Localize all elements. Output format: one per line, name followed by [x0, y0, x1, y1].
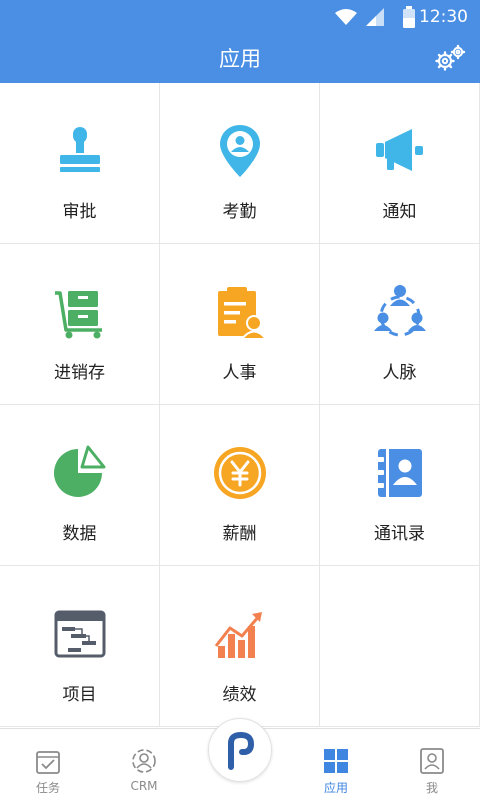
- grid-icon: [324, 749, 348, 773]
- signal-icon: [366, 8, 384, 26]
- app-label: 考勤: [222, 202, 257, 222]
- gear-icon[interactable]: [434, 43, 466, 73]
- status-time: 12:30: [419, 7, 468, 27]
- profile-icon: [420, 748, 444, 774]
- megaphone-icon: [375, 129, 423, 171]
- app-notice[interactable]: 通知: [320, 83, 480, 244]
- stamp-icon: [59, 127, 100, 172]
- app-attendance[interactable]: 考勤: [160, 83, 320, 244]
- app-label: 绩效: [222, 685, 257, 705]
- status-bar: 12:30: [0, 0, 480, 34]
- pie-chart-icon: [53, 445, 105, 497]
- tab-tasks[interactable]: 任务: [0, 729, 96, 800]
- tab-apps[interactable]: 应用: [288, 729, 384, 800]
- app-label: 通讯录: [374, 524, 425, 544]
- page-title: 应用: [219, 47, 261, 71]
- app-label: 通知: [382, 202, 417, 222]
- app-hr[interactable]: 人事: [160, 244, 320, 405]
- tab-label: CRM: [130, 779, 158, 793]
- header: 应用: [0, 34, 480, 83]
- tab-me[interactable]: 我: [384, 729, 480, 800]
- app-label: 数据: [62, 524, 97, 544]
- wifi-icon: [335, 9, 357, 25]
- app-label: 薪酬: [222, 524, 257, 544]
- app-grid: 审批 考勤 通知 进销存 人事 人脉 数据 薪酬 通讯录 项目 绩效: [0, 83, 480, 728]
- app-approval[interactable]: 审批: [0, 83, 160, 244]
- battery-icon: [403, 6, 415, 28]
- cart-icon: [54, 291, 102, 339]
- app-performance[interactable]: 绩效: [160, 566, 320, 727]
- network-people-icon: [373, 285, 426, 337]
- crm-icon: [132, 749, 156, 773]
- tab-label: 任务: [35, 781, 60, 795]
- app-label: 人脉: [382, 363, 417, 383]
- contacts-book-icon: [375, 449, 422, 497]
- app-label: 审批: [62, 202, 97, 222]
- app-label: 人事: [222, 363, 257, 383]
- yuan-coin-icon: [213, 447, 266, 499]
- app-data[interactable]: 数据: [0, 405, 160, 566]
- gantt-chart-icon: [54, 610, 105, 658]
- tab-label: 我: [425, 781, 438, 795]
- app-address-book[interactable]: 通讯录: [320, 405, 480, 566]
- app-label: 项目: [62, 685, 97, 705]
- tab-crm[interactable]: CRM: [96, 729, 192, 800]
- app-label: 进销存: [54, 363, 105, 383]
- app-salary[interactable]: 薪酬: [160, 405, 320, 566]
- task-icon: [36, 751, 60, 774]
- app-project[interactable]: 项目: [0, 566, 160, 727]
- clipboard-person-icon: [217, 287, 268, 340]
- logo-icon: [228, 731, 255, 770]
- center-action-button[interactable]: [208, 718, 272, 782]
- bar-chart-trend-icon: [214, 612, 262, 658]
- location-person-icon: [219, 125, 260, 177]
- empty-cell: [320, 566, 480, 727]
- app-inventory[interactable]: 进销存: [0, 244, 160, 405]
- app-contacts-network[interactable]: 人脉: [320, 244, 480, 405]
- tab-label: 应用: [323, 781, 348, 795]
